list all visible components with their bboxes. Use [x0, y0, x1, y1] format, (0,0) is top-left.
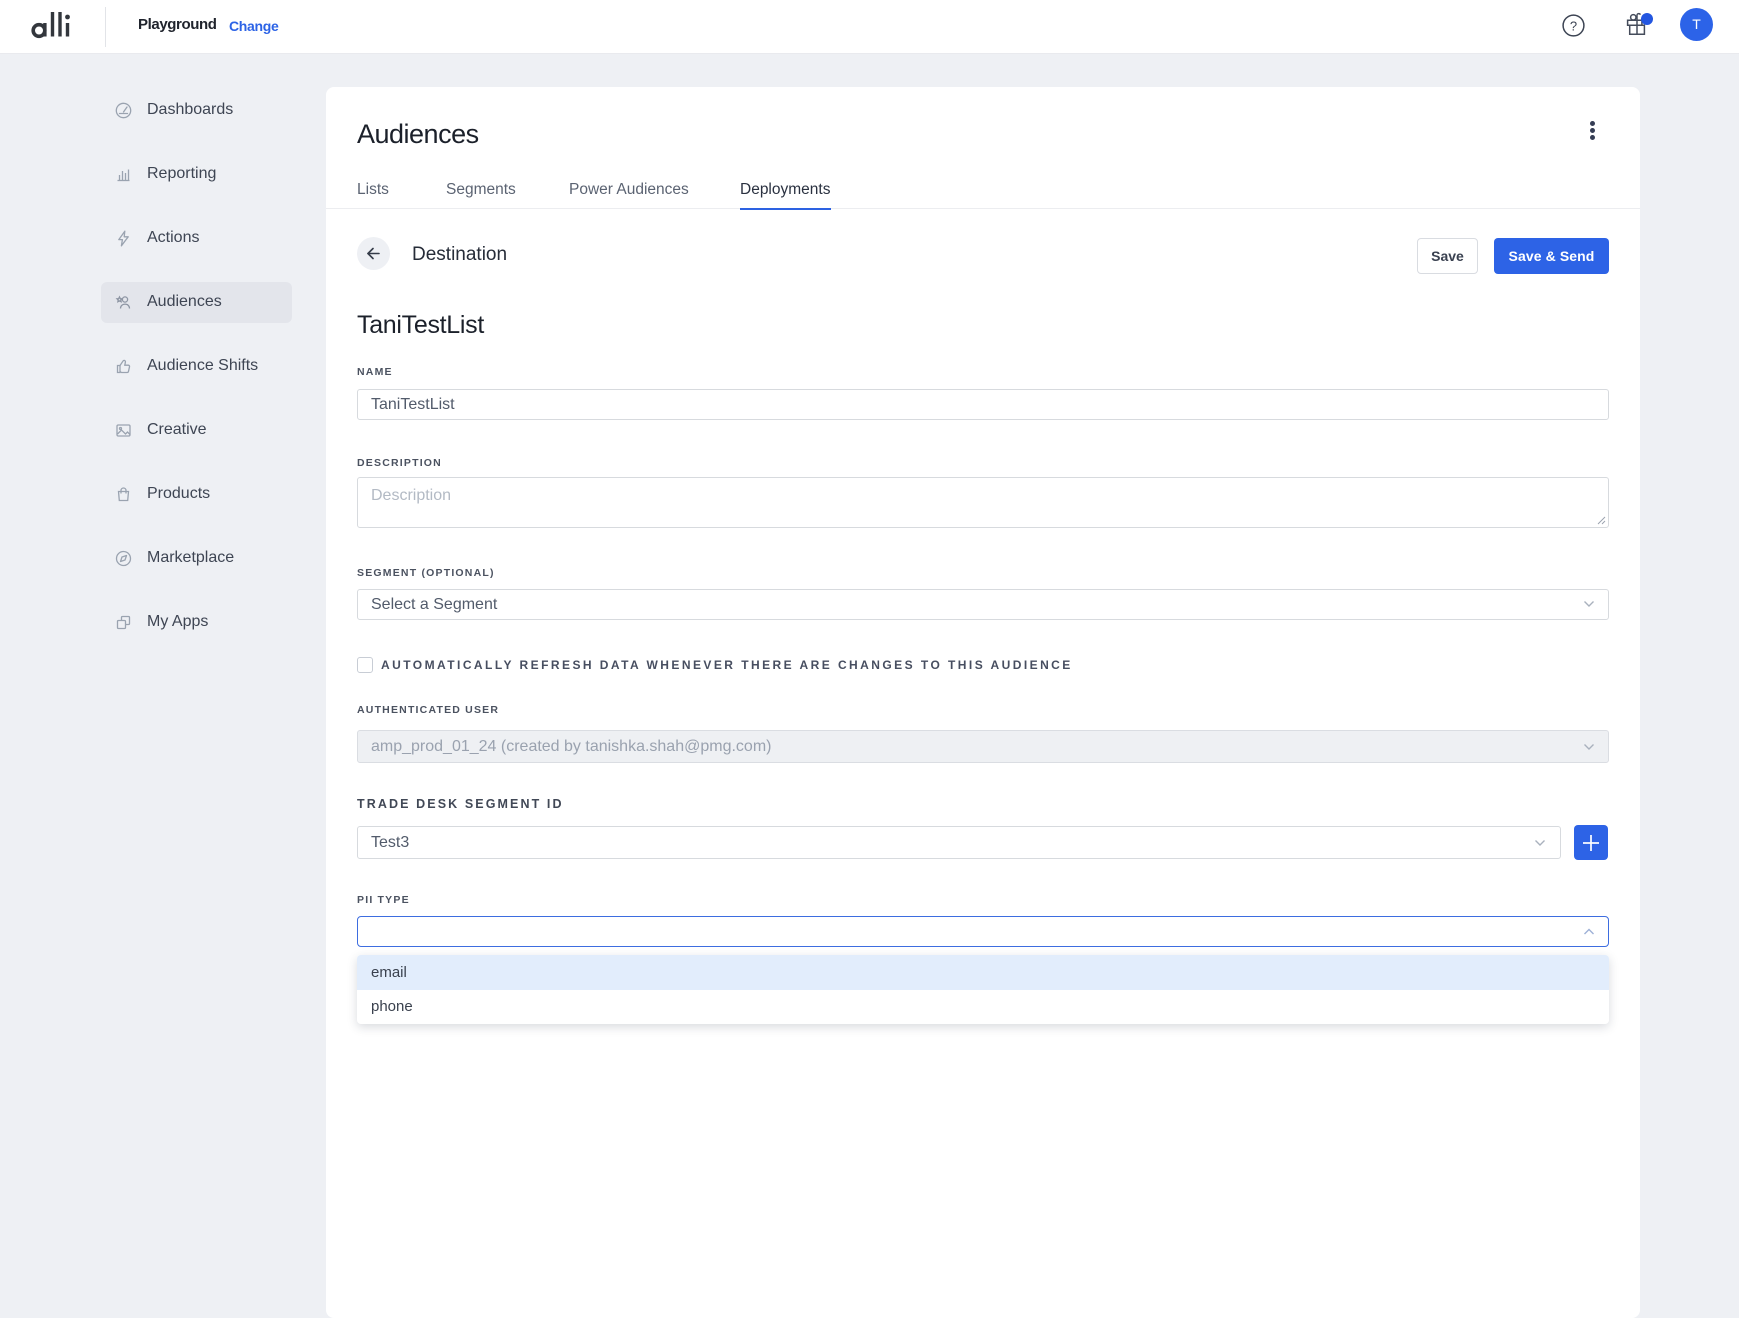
svg-text:?: ?	[1570, 18, 1577, 33]
